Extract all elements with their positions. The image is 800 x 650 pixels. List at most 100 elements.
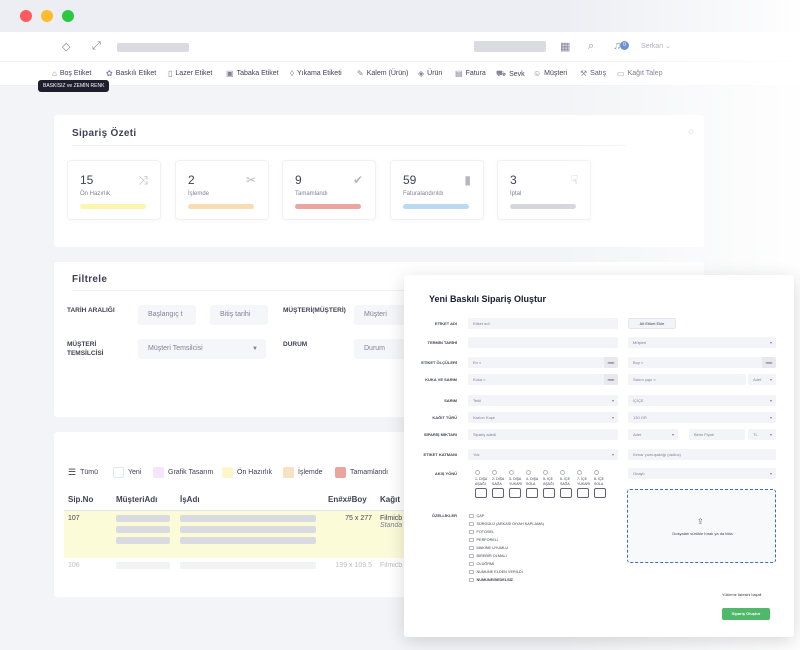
qty-unit-select[interactable]: Adet ▾	[628, 429, 678, 440]
paper-select[interactable]: Karton Kuşe ▾	[468, 412, 618, 423]
search-icon[interactable]: ⌕	[588, 40, 594, 53]
create-order-button[interactable]: Sipariş Oluştur	[722, 608, 770, 620]
start-date-input[interactable]: Başlangıç t	[138, 305, 196, 325]
column-header[interactable]: MüşteriAdı	[112, 490, 176, 511]
radio-icon	[475, 470, 480, 475]
rep-select[interactable]: Müşteri Temsilcisi ▼	[138, 339, 266, 359]
feature-checkbox[interactable]: NUMUNE ELDEN VERİLDİ	[469, 569, 523, 575]
close-window-button[interactable]	[20, 10, 32, 22]
minimize-window-button[interactable]	[41, 10, 53, 22]
shuffle-icon: ⤨	[138, 173, 148, 187]
nav-item-baskili-etiket[interactable]: ✿ Baskılı Etiket	[106, 69, 156, 78]
legend-on-hazirlik[interactable]: Ön Hazırlık	[222, 465, 272, 479]
direction-option-2[interactable]: 2- DIŞA SAĞA	[492, 470, 507, 498]
wind-unit-select[interactable]: Adet ▾	[748, 374, 776, 385]
table-row[interactable]: 107 75 x 277 Filmicb Standa	[64, 510, 412, 558]
column-header[interactable]: En#x#Boy	[324, 490, 376, 511]
width-input[interactable]: En ≈	[468, 357, 604, 368]
search-placeholder[interactable]	[474, 41, 546, 52]
diamond-icon[interactable]: ◇	[62, 40, 70, 53]
feature-checkbox[interactable]: BİREBİR OLMALI	[469, 553, 507, 559]
stat-card-iptal[interactable]: 3 İptal ☟	[497, 160, 591, 220]
roll-icon	[509, 488, 521, 498]
radius-input[interactable]: Kenar yumuşaklığı (radius)	[628, 449, 776, 460]
job-cell	[176, 510, 324, 558]
stat-bar	[403, 204, 469, 209]
legend-grafik[interactable]: Grafik Tasarım	[153, 465, 213, 479]
invoice-icon: ▤	[455, 69, 463, 78]
caret-down-icon: ▾	[769, 432, 772, 437]
winding-type-select[interactable]: İÇİÇE ▾	[628, 395, 776, 406]
caret-down-icon: ▾	[611, 415, 614, 420]
stat-bar	[295, 204, 361, 209]
feature-checkbox[interactable]: ÇAP	[469, 513, 484, 519]
user-menu[interactable]: Serkan ⌄	[641, 42, 671, 50]
nav-item-urun[interactable]: ◈ Ürün	[418, 69, 442, 78]
collapse-icon[interactable]: ⊙	[688, 128, 694, 136]
direction-label-text: 4- DIŞA SOLA	[526, 477, 539, 486]
label-name-input[interactable]: Etiket adı	[468, 318, 618, 329]
approval-select[interactable]: Onaylı ▾	[628, 468, 776, 479]
deadline-input[interactable]	[468, 337, 618, 348]
column-header[interactable]: Sip.No	[64, 490, 112, 511]
legend-new[interactable]: Yeni	[113, 465, 141, 479]
nav-item-yikama-etiketi[interactable]: ◊ Yıkama Etiketi	[290, 69, 342, 78]
column-header[interactable]: İşAdı	[176, 490, 324, 511]
gsm-select[interactable]: 130 GR ▾	[628, 412, 776, 423]
direction-option-1[interactable]: 1- DIŞA AŞAĞI	[475, 470, 490, 498]
stat-card-faturalandirildi[interactable]: 59 Faturalandırıldı ▮	[390, 160, 484, 220]
nav-item-musteri[interactable]: ☺ Müşteri	[533, 69, 567, 78]
feature-checkbox[interactable]: SÜRGÜLÜ (ARKASI DİYAH KAPLAMA)	[469, 521, 544, 527]
caret-down-icon: ▾	[769, 340, 772, 345]
legend-all[interactable]: ☰ Tümü	[68, 465, 98, 479]
winding-select[interactable]: Tekli ▾	[468, 395, 618, 406]
direction-option-6[interactable]: 6- İÇE SAĞA	[560, 470, 575, 498]
maximize-window-button[interactable]	[62, 10, 74, 22]
nav-item-kagit-talep[interactable]: ▭ Kağıt Talep	[617, 69, 662, 78]
stat-card-tamamlandi[interactable]: 9 Tamamlandı ✔	[282, 160, 376, 220]
reset-upload-button[interactable]: Yükleme listesini başalt	[722, 593, 761, 597]
nav-item-lazer-etiket[interactable]: ▯ Lazer Etiket	[168, 69, 212, 78]
table-row[interactable]: 106 199 x 109.5 Filmicb	[64, 558, 412, 577]
add-sub-label-button[interactable]: Alt Etiket Ekle	[628, 318, 676, 329]
nav-item-sevk[interactable]: ⛟ Sevk	[496, 69, 525, 79]
browser-window: ◇ ⤢ ▦ ⌕ ♫ 0 Serkan ⌄ ⌂ Boş Etiket ✿ Baskıl…	[0, 0, 800, 650]
height-input[interactable]: Boy ≈	[628, 357, 762, 368]
feature-checkbox[interactable]: NUMUNE/BEDELSİZ	[469, 577, 513, 583]
direction-option-7[interactable]: 7- İÇE YUKARI	[577, 470, 592, 498]
feature-checkbox[interactable]: FOTOSEL	[469, 529, 494, 535]
calculator-icon[interactable]: ▦	[560, 40, 570, 53]
layer-value: Yok	[473, 452, 480, 457]
checkbox-icon	[469, 529, 474, 535]
nav-item-bos-etiket[interactable]: ⌂ Boş Etiket	[52, 69, 91, 78]
stat-card-islemde[interactable]: 2 İşlemde ✂	[175, 160, 269, 220]
direction-option-8[interactable]: 8- İÇE SOLA	[594, 470, 609, 498]
quantity-input[interactable]: Sipariş adedi	[468, 429, 618, 440]
direction-option-5[interactable]: 5- İÇE AŞAĞI	[543, 470, 558, 498]
feature-checkbox[interactable]: PERFORELİ	[469, 537, 498, 543]
nav-item-kalem[interactable]: ✎ Kalem (Ürün)	[357, 69, 408, 78]
nav-label: Satış	[590, 70, 607, 77]
core-input[interactable]: Kuka ≈	[468, 374, 604, 385]
direction-option-3[interactable]: 3- DIŞA YUKARI	[509, 470, 524, 498]
radio-icon	[594, 470, 599, 475]
layer-select[interactable]: Yok ▾	[468, 449, 618, 460]
legend-swatch	[222, 466, 233, 478]
direction-option-4[interactable]: 4- DIŞA SOLA	[526, 470, 541, 498]
feature-checkbox[interactable]: MAKİNE UYUMLU	[469, 545, 508, 551]
user-name: Serkan	[641, 43, 664, 50]
currency-select[interactable]: TL ▾	[748, 429, 776, 440]
unit-price-input[interactable]: Birim Fiyatı	[689, 429, 745, 440]
nav-item-fatura[interactable]: ▤ Fatura	[455, 69, 486, 78]
wind-diameter-input[interactable]: Sarım çapı ≈	[628, 374, 746, 385]
nav-item-satis[interactable]: ⚒ Satış	[580, 69, 606, 78]
nav-item-tabaka-etiket[interactable]: ▣ Tabaka Etiket	[226, 69, 279, 78]
legend-islemde[interactable]: İşlemde	[283, 465, 323, 479]
legend-tamamlandi[interactable]: Tamamlandı	[335, 465, 388, 479]
file-dropzone[interactable]: ⇪ Dosyaları sürükle bırak ya da tıkla	[627, 489, 776, 563]
stat-card-on-hazirlik[interactable]: 15 Ön Hazırlık ⤨	[67, 160, 161, 220]
customer-select[interactable]: Müşteri ▾	[628, 337, 776, 348]
feature-checkbox[interactable]: OLÜĞRMİ	[469, 561, 494, 567]
end-date-input[interactable]: Bitiş tarihi	[210, 305, 268, 325]
expand-icon[interactable]: ⤢	[92, 40, 101, 53]
